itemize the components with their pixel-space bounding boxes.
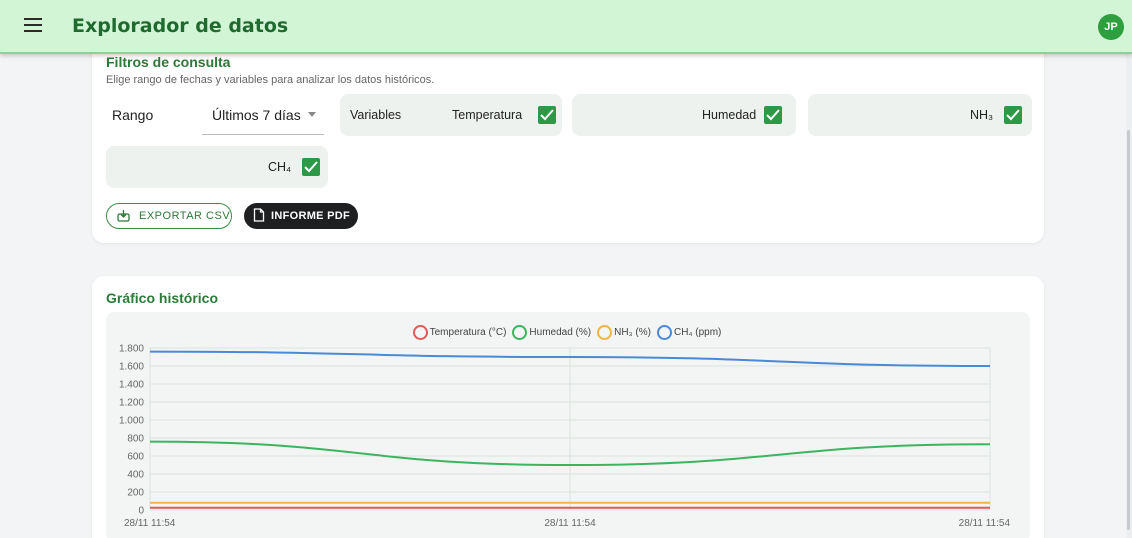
variable-chip-temperatura: Variables Temperatura xyxy=(340,94,562,136)
informe-pdf-button[interactable]: INFORME PDF xyxy=(244,203,358,229)
y-tick-label: 0 xyxy=(138,506,144,517)
variable-chip-ch4: CH₄ xyxy=(106,146,328,188)
chart-area: Temperatura (°C) Humedad (%) NH₃ (%) CH₄ (p… xyxy=(106,312,1030,538)
x-tick-label: 28/11 11:54 xyxy=(544,518,596,529)
rango-select-value: Últimos 7 días xyxy=(212,107,301,123)
variable-label-nh3: NH₃ xyxy=(970,108,994,122)
line-chart: 0 200 400 600 800 1.000 1.200 1.400 1.600 1.800 28… xyxy=(119,344,1011,530)
download-icon xyxy=(117,210,130,222)
x-tick-label: 28/11 11:54 xyxy=(959,518,1011,529)
x-tick-label: 28/11 11:54 xyxy=(124,518,176,529)
check-icon xyxy=(1006,109,1020,121)
y-tick-label: 1.200 xyxy=(119,398,144,409)
variable-label-ch4: CH₄ xyxy=(268,160,292,174)
check-icon xyxy=(540,109,554,121)
filters-row: Rango Últimos 7 días Variables Temperatu… xyxy=(106,94,1036,188)
variable-label-humedad: Humedad xyxy=(702,108,757,122)
page-scrollbar[interactable] xyxy=(1126,54,1132,538)
document-icon xyxy=(253,208,265,222)
chevron-down-icon xyxy=(308,112,316,117)
export-csv-button[interactable]: EXPORTAR CSV xyxy=(106,203,232,229)
y-tick-label: 1.000 xyxy=(119,416,144,427)
avatar[interactable]: JP xyxy=(1098,14,1124,40)
check-icon xyxy=(304,161,318,173)
y-tick-label: 800 xyxy=(127,434,144,445)
chart-card: Gráfico histórico Temperatura (°C) Humeda… xyxy=(92,276,1044,538)
variable-chip-humedad: Humedad xyxy=(572,94,796,136)
filters-title: Filtros de consulta xyxy=(106,54,231,70)
y-tick-label: 600 xyxy=(127,452,144,463)
scrollbar-thumb[interactable] xyxy=(1127,130,1130,530)
filters-subtitle: Elige rango de fechas y variables para a… xyxy=(106,74,435,86)
app-bar: Explorador de datos JP xyxy=(0,0,1132,54)
checkbox-nh3[interactable] xyxy=(1004,106,1022,124)
check-icon xyxy=(766,109,780,121)
y-tick-label: 200 xyxy=(127,488,144,499)
filters-card: Filtros de consulta Elige rango de fecha… xyxy=(92,38,1044,243)
checkbox-humedad[interactable] xyxy=(764,106,782,124)
y-tick-label: 400 xyxy=(127,470,144,481)
checkbox-ch4[interactable] xyxy=(302,158,320,176)
variables-label: Variables xyxy=(350,108,402,122)
hamburger-menu-icon[interactable] xyxy=(24,18,42,32)
checkbox-temperatura[interactable] xyxy=(538,106,556,124)
y-tick-label: 1.600 xyxy=(119,362,144,373)
chart-section-title: Gráfico histórico xyxy=(106,290,219,306)
informe-pdf-label: INFORME PDF xyxy=(271,210,351,222)
y-tick-label: 1.800 xyxy=(119,344,144,355)
y-tick-label: 1.400 xyxy=(119,380,144,391)
rango-label: Rango xyxy=(112,107,154,123)
export-csv-label: EXPORTAR CSV xyxy=(139,210,231,222)
variable-chip-nh3: NH₃ xyxy=(808,94,1032,136)
app-title: Explorador de datos xyxy=(72,15,289,37)
rango-select[interactable]: Últimos 7 días xyxy=(202,95,324,135)
variable-label-temperatura: Temperatura xyxy=(452,108,523,122)
